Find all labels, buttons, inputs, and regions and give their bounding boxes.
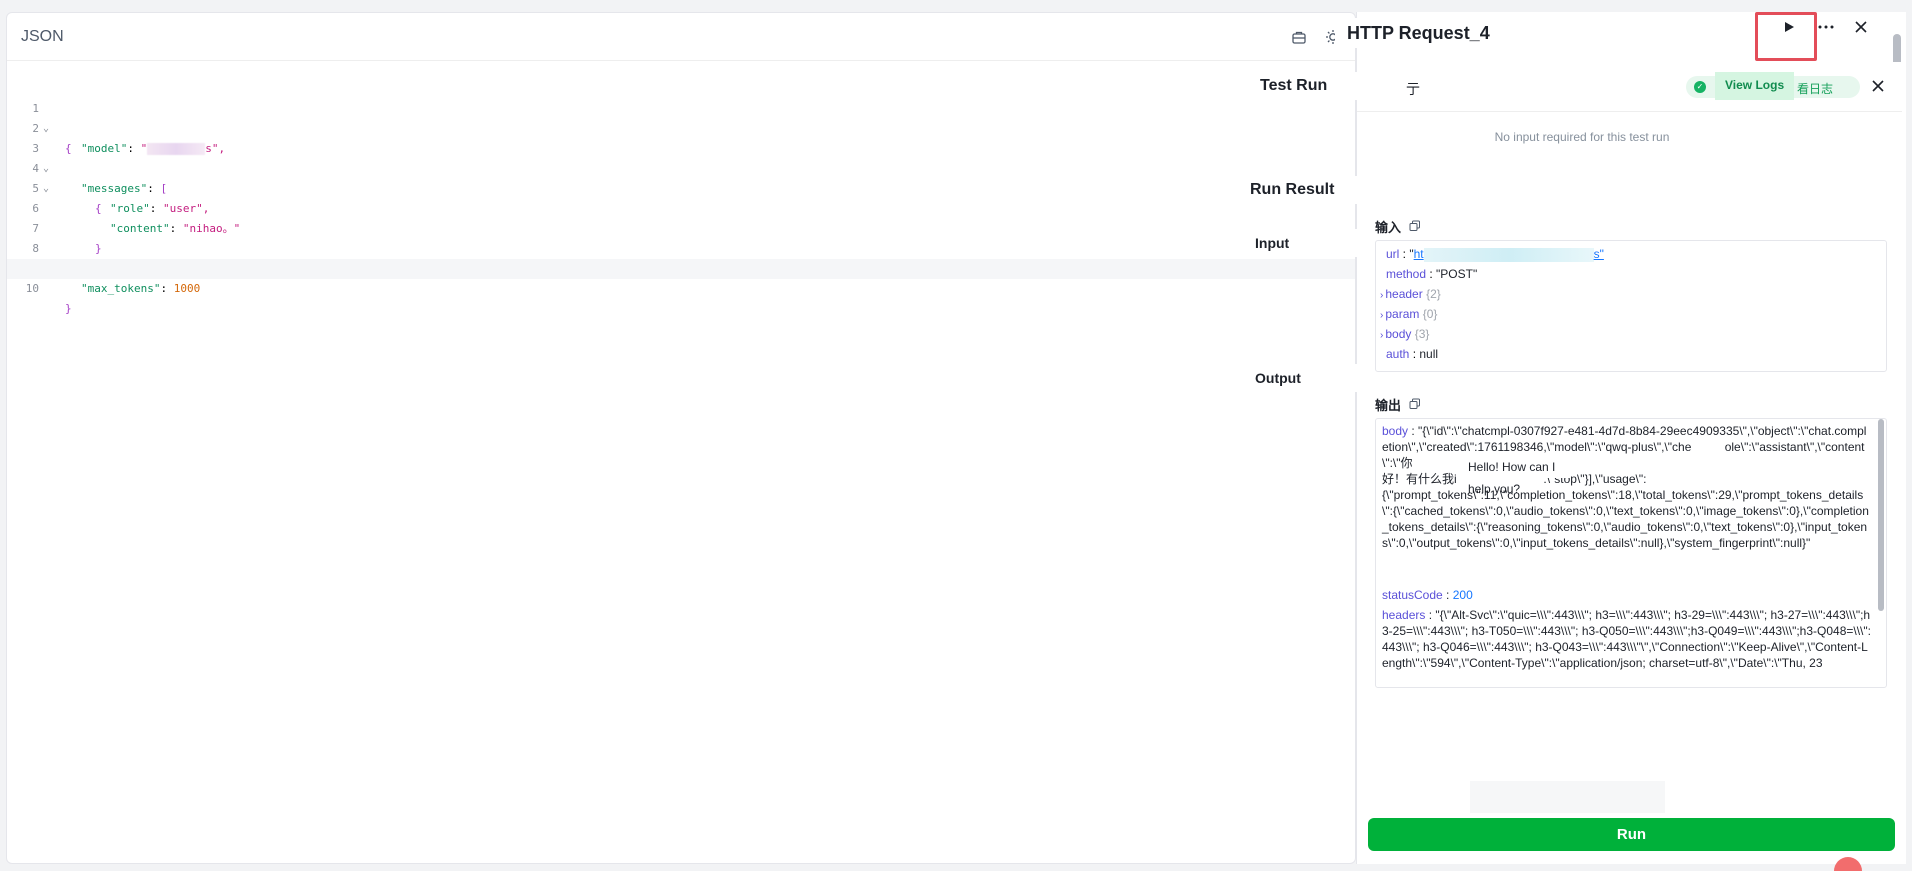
app-root: JSON 1 ⌄ { 2 "model": " s", 3 ⌄ "message… (0, 0, 1912, 871)
view-logs-partial-text: 看日志 (1797, 82, 1834, 96)
input-key: auth (1386, 347, 1410, 361)
close-icon[interactable] (1865, 73, 1891, 99)
redacted-block (1423, 247, 1594, 262)
translation-tooltip: Hello! How can I help you? (1458, 456, 1570, 496)
chevron-right-icon[interactable]: › (1380, 330, 1383, 341)
output-value: 200 (1452, 588, 1473, 602)
output-label: Output (1240, 364, 1375, 392)
output-value: "{\"Alt-Svc\":\"quic=\\\":443\\\"; h3=\\… (1382, 608, 1871, 670)
code-line: 4 ⌄ { (7, 139, 1355, 215)
input-body-row[interactable]: › body {3} (1380, 324, 1429, 344)
run-result-label: Run Result (1240, 176, 1435, 204)
output-value: {\"prompt_tokens\":11,\"completion_token… (1382, 488, 1869, 550)
code-line: 6 "content": "nihao。" (7, 179, 1355, 235)
input-url-row: url : "ht s" (1386, 247, 1604, 262)
line-number: 10 (25, 282, 39, 295)
output-value: 好！有什么我i (1382, 472, 1457, 486)
copy-icon[interactable] (1409, 397, 1421, 409)
input-param-row[interactable]: › param {0} (1380, 304, 1437, 324)
code-line: 5 "role": "user", (7, 159, 1355, 215)
input-key: param (1385, 307, 1420, 321)
code-line: 7 } (7, 199, 1355, 255)
output-key: statusCode (1382, 588, 1443, 602)
editor-header: JSON (7, 13, 1355, 61)
input-count: {0} (1422, 307, 1438, 321)
input-header-row[interactable]: › header {2} (1380, 284, 1441, 304)
output-key: body (1382, 424, 1409, 438)
chevron-right-icon[interactable]: › (1380, 310, 1383, 321)
input-auth-row: auth : null (1386, 347, 1439, 361)
input-count: {2} (1426, 287, 1441, 301)
panel-title-label: HTTP Request_4 (1335, 18, 1515, 48)
code-token: } (65, 302, 72, 315)
json-editor-panel: JSON 1 ⌄ { 2 "model": " s", 3 ⌄ "message… (6, 12, 1356, 864)
run-button[interactable]: Run (1368, 818, 1895, 851)
editor-title: JSON (21, 27, 64, 45)
url-link[interactable]: ht (1414, 247, 1424, 261)
input-label: Input (1240, 229, 1375, 257)
input-key: header (1385, 287, 1423, 301)
input-method-row: method : "POST" (1386, 267, 1478, 281)
output-scrollbar[interactable] (1878, 419, 1884, 611)
close-icon[interactable] (1848, 14, 1874, 40)
input-value: "POST" (1436, 267, 1478, 281)
url-link[interactable]: s" (1594, 247, 1604, 261)
code-line: 3 ⌄ "messages": [ (7, 119, 1355, 195)
view-logs-button[interactable]: View Logs (1715, 72, 1795, 100)
play-icon[interactable] (1776, 14, 1802, 40)
input-key: method (1386, 267, 1427, 281)
output-key: headers (1382, 608, 1426, 622)
code-line: 1 ⌄ { (7, 79, 1355, 155)
copy-icon[interactable] (1409, 219, 1421, 231)
toolbox-icon[interactable] (1289, 27, 1309, 47)
output-body-field: body : "{\"id\":\"chatcmpl-0307f927-e481… (1382, 424, 1869, 550)
test-run-label: Test Run (1240, 72, 1360, 100)
code-line: 8 ], (7, 219, 1355, 275)
more-icon[interactable] (1813, 14, 1839, 40)
code-line: 2 "model": " s", (7, 99, 1355, 155)
input-section-title: 输入 (1375, 220, 1402, 235)
input-count: {3} (1414, 327, 1430, 341)
check-icon: ✓ (1694, 81, 1706, 93)
divider-block (1470, 781, 1665, 813)
input-key: body (1385, 327, 1412, 341)
output-json-viewer[interactable]: body : "{\"id\":\"chatcmpl-0307f927-e481… (1375, 418, 1887, 688)
test-run-partial-title: 亍 (1406, 81, 1420, 97)
output-section-title: 输出 (1375, 398, 1402, 413)
code-token: 1000 (173, 282, 201, 295)
code-editor[interactable]: 1 ⌄ { 2 "model": " s", 3 ⌄ "messages": [ … (7, 79, 1355, 315)
input-value: null (1419, 347, 1439, 361)
code-line-active: 10 } (7, 259, 1355, 315)
code-token: "max_tokens" (81, 282, 161, 295)
code-line: 9 "max_tokens": 1000 (7, 239, 1355, 295)
output-status-field: statusCode : 200 (1382, 588, 1473, 602)
input-key: url (1386, 247, 1400, 261)
chevron-right-icon[interactable]: › (1380, 290, 1383, 301)
output-headers-field: headers : "{\"Alt-Svc\":\"quic=\\\":443\… (1382, 608, 1871, 670)
no-input-hint: No input required for this test run (1452, 124, 1712, 152)
input-json-viewer[interactable]: url : "ht s" method : "POST" › header {2} … (1375, 240, 1887, 372)
